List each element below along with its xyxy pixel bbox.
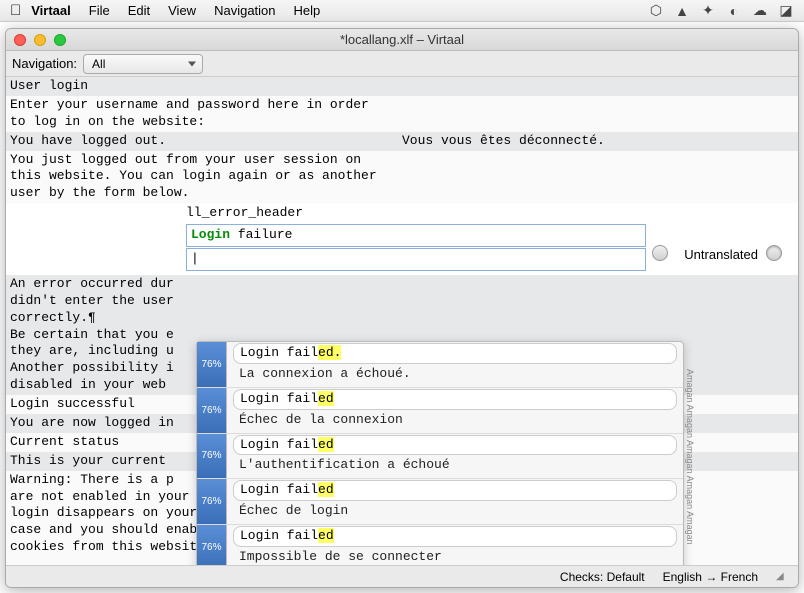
navigation-bar: Navigation: All: [6, 51, 798, 77]
suggestion-item[interactable]: 76% Login failed Impossible de se connec…: [197, 525, 683, 565]
drive-icon[interactable]: ▲: [674, 3, 690, 19]
source-text: You have logged out.: [10, 133, 402, 150]
list-item[interactable]: You just logged out from your user sessi…: [6, 151, 798, 204]
zoom-button[interactable]: [54, 34, 66, 46]
active-translation-unit: ll_error_header Login failure | Untransl…: [6, 203, 798, 275]
suggestion-target: Échec de login: [233, 502, 677, 521]
window-controls: [14, 34, 66, 46]
titlebar[interactable]: *locallang.xlf – Virtaal: [6, 29, 798, 51]
unit-key: ll_error_header: [186, 205, 798, 222]
suggestion-source: Login failed.: [233, 343, 677, 364]
file-menu[interactable]: File: [89, 3, 110, 18]
navigation-select[interactable]: All: [83, 54, 203, 74]
system-menubar:  Virtaal File Edit View Navigation Help…: [0, 0, 804, 22]
system-tray: ⬡ ▲ ✦ ◐ ☁ ◪: [648, 3, 794, 19]
suggestion-item[interactable]: 76% Login failed Échec de login: [197, 479, 683, 525]
edit-menu[interactable]: Edit: [128, 3, 150, 18]
state-radio-left[interactable]: [652, 245, 668, 261]
navigation-menu[interactable]: Navigation: [214, 3, 275, 18]
suggestion-target: Impossible de se connecter: [233, 548, 677, 565]
suggestion-source: Login failed: [233, 389, 677, 410]
suggestion-source: Login failed: [233, 526, 677, 547]
apple-icon[interactable]: : [10, 2, 21, 19]
untranslated-label: Untranslated: [684, 247, 758, 264]
checks-status[interactable]: Checks: Default: [560, 570, 645, 584]
list-item[interactable]: Enter your username and password here in…: [6, 96, 798, 132]
translation-list: User login Enter your username and passw…: [6, 77, 798, 565]
source-rest: failure: [230, 227, 292, 242]
dropbox-icon[interactable]: ⬡: [648, 3, 664, 19]
suggestion-source: Login failed: [233, 435, 677, 456]
resize-grip-icon[interactable]: ◢: [776, 571, 788, 583]
untranslated-radio[interactable]: [766, 245, 782, 261]
cloud-icon[interactable]: ☁: [752, 3, 768, 19]
match-percent: 76%: [197, 434, 227, 479]
suggestion-source: Login failed: [233, 480, 677, 501]
misc-icon[interactable]: ◪: [778, 3, 794, 19]
minimize-button[interactable]: [34, 34, 46, 46]
suggestion-item[interactable]: 76% Login failed L'authentification a éc…: [197, 434, 683, 480]
tm-suggestions-popup: 76% Login failed. La connexion a échoué.…: [196, 341, 684, 565]
language-pair[interactable]: English → French: [663, 570, 758, 584]
window-title: *locallang.xlf – Virtaal: [6, 32, 798, 47]
list-item[interactable]: User login: [6, 77, 798, 96]
source-green-word: Login: [191, 227, 230, 242]
help-menu[interactable]: Help: [294, 3, 321, 18]
target-text: Vous vous êtes déconnecté.: [402, 133, 794, 150]
close-button[interactable]: [14, 34, 26, 46]
suggestion-item[interactable]: 76% Login failed. La connexion a échoué.: [197, 342, 683, 388]
suggestion-target: Échec de la connexion: [233, 411, 677, 430]
match-percent: 76%: [197, 525, 227, 565]
circle-icon[interactable]: ◐: [726, 3, 742, 19]
suggestion-target: La connexion a échoué.: [233, 365, 677, 384]
suggestion-provider-label: Amagan Amagan Amagan Amagan Amagan: [681, 352, 695, 561]
match-percent: 76%: [197, 479, 227, 524]
suggestion-target: L'authentification a échoué: [233, 456, 677, 475]
match-percent: 76%: [197, 342, 227, 387]
match-percent: 76%: [197, 388, 227, 433]
suggestion-item[interactable]: 76% Login failed Échec de la connexion: [197, 388, 683, 434]
target-input[interactable]: |: [186, 248, 646, 271]
evernote-icon[interactable]: ✦: [700, 3, 716, 19]
app-menu[interactable]: Virtaal: [31, 3, 71, 18]
app-window: *locallang.xlf – Virtaal Navigation: All…: [5, 28, 799, 588]
navigation-label: Navigation:: [12, 56, 77, 71]
status-bar: Checks: Default English → French ◢: [6, 565, 798, 587]
list-item[interactable]: You have logged out. Vous vous êtes déco…: [6, 132, 798, 151]
source-field: Login failure: [186, 224, 646, 247]
navigation-selected-value: All: [92, 57, 105, 71]
view-menu[interactable]: View: [168, 3, 196, 18]
